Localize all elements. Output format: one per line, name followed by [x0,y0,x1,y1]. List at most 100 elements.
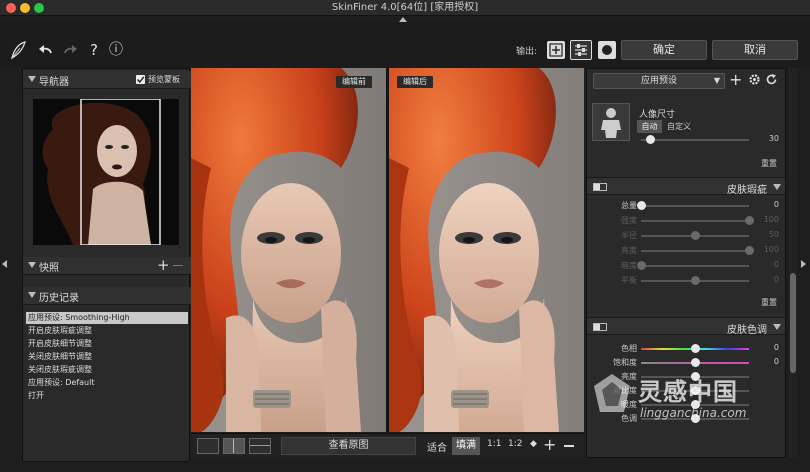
slider-label: 总量 [621,201,637,210]
scrollbar-thumb[interactable] [790,273,796,373]
slider-row[interactable]: 总量 0 [587,199,785,213]
refresh-icon[interactable] [765,73,778,89]
slider-knob[interactable] [691,231,700,240]
slider-label: 半径 [621,231,637,240]
left-panel: 导航器 预览蒙板 快照 + 历史记录 应用预设: Smoothing-High … [22,68,191,462]
portrait-size-slider[interactable]: 30 [587,133,785,147]
after-photo[interactable]: 编辑后 [389,68,584,432]
slider-row[interactable]: 半径 50 [587,229,785,243]
history-item[interactable]: 开启皮肤细节调整 [26,338,188,350]
output-new-layer-icon[interactable] [547,41,565,59]
watermark-logo: 灵感中国 lingganchina.com [588,368,788,428]
history-item[interactable]: 关闭皮肤细节调整 [26,351,188,363]
expand-triangle-icon [28,262,36,268]
add-preset-icon[interactable]: + [729,70,742,89]
navigator-header[interactable]: 导航器 预览蒙板 [23,71,191,89]
slider-value: 100 [763,245,779,254]
history-title: 历史记录 [39,293,79,304]
slider-row[interactable]: 暗度 0 [587,259,785,273]
slider-track [641,205,749,207]
zoom-out-icon[interactable] [564,445,574,447]
section-toggle-icon[interactable] [593,183,607,191]
slider-value: 0 [773,260,779,269]
portrait-reset-button[interactable]: 重置 [761,158,777,169]
snapshot-header[interactable]: 快照 + [23,256,191,275]
slider-label: 平衡 [621,276,637,285]
slider-label: 色相 [621,344,637,353]
after-label: 编辑后 [397,76,433,88]
ok-button[interactable]: 确定 [621,40,707,60]
history-item[interactable]: 开启皮肤瑕疵调整 [26,325,188,337]
collapse-right-panel-icon[interactable] [801,260,806,268]
snapshot-title: 快照 [39,263,59,274]
portrait-size-title: 人像尺寸 [639,110,676,120]
before-label: 编辑前 [336,76,372,88]
slider-label: 强度 [621,216,637,225]
slider-knob[interactable] [637,201,646,210]
title-bar: SkinFiner 4.0[64位] [家用授权] [0,0,810,16]
history-header[interactable]: 历史记录 [23,287,191,305]
preset-label: 应用预设 [640,76,677,86]
remove-snapshot-icon[interactable] [173,265,183,266]
help-icon[interactable]: ? [84,40,104,60]
zoom-fill-button[interactable]: 填满 [452,437,480,455]
slider-row[interactable]: 亮度 100 [587,244,785,258]
skin-blemish-header[interactable]: 皮肤瑕疵 [587,177,785,196]
preview-mask-checkbox[interactable] [136,75,145,84]
slider-value: 0 [773,343,779,352]
expand-triangle-icon [28,76,36,82]
zoom-1-1-button[interactable]: 1:1 [487,439,501,449]
split-horizontal-view-button[interactable] [249,438,271,454]
slider-row[interactable]: 强度 100 [587,214,785,228]
portrait-auto-button[interactable]: 自动 [637,120,662,133]
slider-knob[interactable] [691,358,700,367]
navigator-title: 导航器 [39,77,69,88]
history-item[interactable]: 关闭皮肤瑕疵调整 [26,364,188,376]
expand-triangle-icon [773,324,781,330]
history-item[interactable]: 打开 [26,390,188,402]
preview-mask-label: 预览蒙板 [148,75,180,84]
right-panel-scrollbar[interactable] [789,68,797,458]
preset-dropdown[interactable]: 应用预设 ▼ [593,73,725,89]
add-snapshot-icon[interactable]: + [157,256,170,274]
output-adjustment-layer-icon[interactable] [570,40,592,60]
undo-icon[interactable] [36,40,56,60]
gear-icon[interactable] [748,73,761,89]
before-photo[interactable]: 编辑前 [191,68,386,432]
output-mask-icon[interactable] [598,41,616,59]
slider-knob[interactable] [637,261,646,270]
zoom-fit-button[interactable]: 适合 [427,439,447,454]
image-viewer[interactable]: 编辑前 编辑后 [191,68,584,432]
slider-knob[interactable] [691,276,700,285]
section-toggle-icon[interactable] [593,323,607,331]
zoom-dropdown-icon[interactable]: ◆ [530,439,537,449]
chevron-down-icon: ▼ [713,76,720,85]
expand-triangle-icon [28,292,36,298]
skin-tone-header[interactable]: 皮肤色调 [587,317,785,336]
slider-knob[interactable] [691,344,700,353]
navigator-thumbnail[interactable] [33,99,179,245]
slider-row[interactable]: 平衡 0 [587,274,785,288]
redo-icon[interactable] [60,40,80,60]
slider-knob[interactable] [645,135,655,144]
slider-track [641,250,749,252]
slider-value: 50 [768,230,779,239]
slider-row[interactable]: 色相 0 [587,342,785,356]
expand-triangle-icon [773,184,781,190]
slider-track [641,265,749,267]
history-item[interactable]: 应用预设: Default [26,377,188,389]
zoom-in-icon[interactable]: + [543,435,556,454]
single-view-button[interactable] [197,438,219,454]
collapse-left-panel-icon[interactable] [2,260,7,268]
view-bar: 查看原图 适合 填满 1:1 1:2 ◆ + [191,433,584,457]
view-original-button[interactable]: 查看原图 [281,437,416,455]
zoom-1-2-button[interactable]: 1:2 [508,439,522,449]
portrait-custom-button[interactable]: 自定义 [667,121,691,132]
output-label: 输出: [516,47,538,57]
info-icon[interactable]: ⓘ [106,40,126,60]
cancel-button[interactable]: 取消 [712,40,798,60]
history-item[interactable]: 应用预设: Smoothing-High [26,312,188,324]
blemish-reset-button[interactable]: 重置 [761,297,777,308]
split-vertical-view-button[interactable] [223,438,245,454]
skin-tone-title: 皮肤色调 [727,325,767,336]
